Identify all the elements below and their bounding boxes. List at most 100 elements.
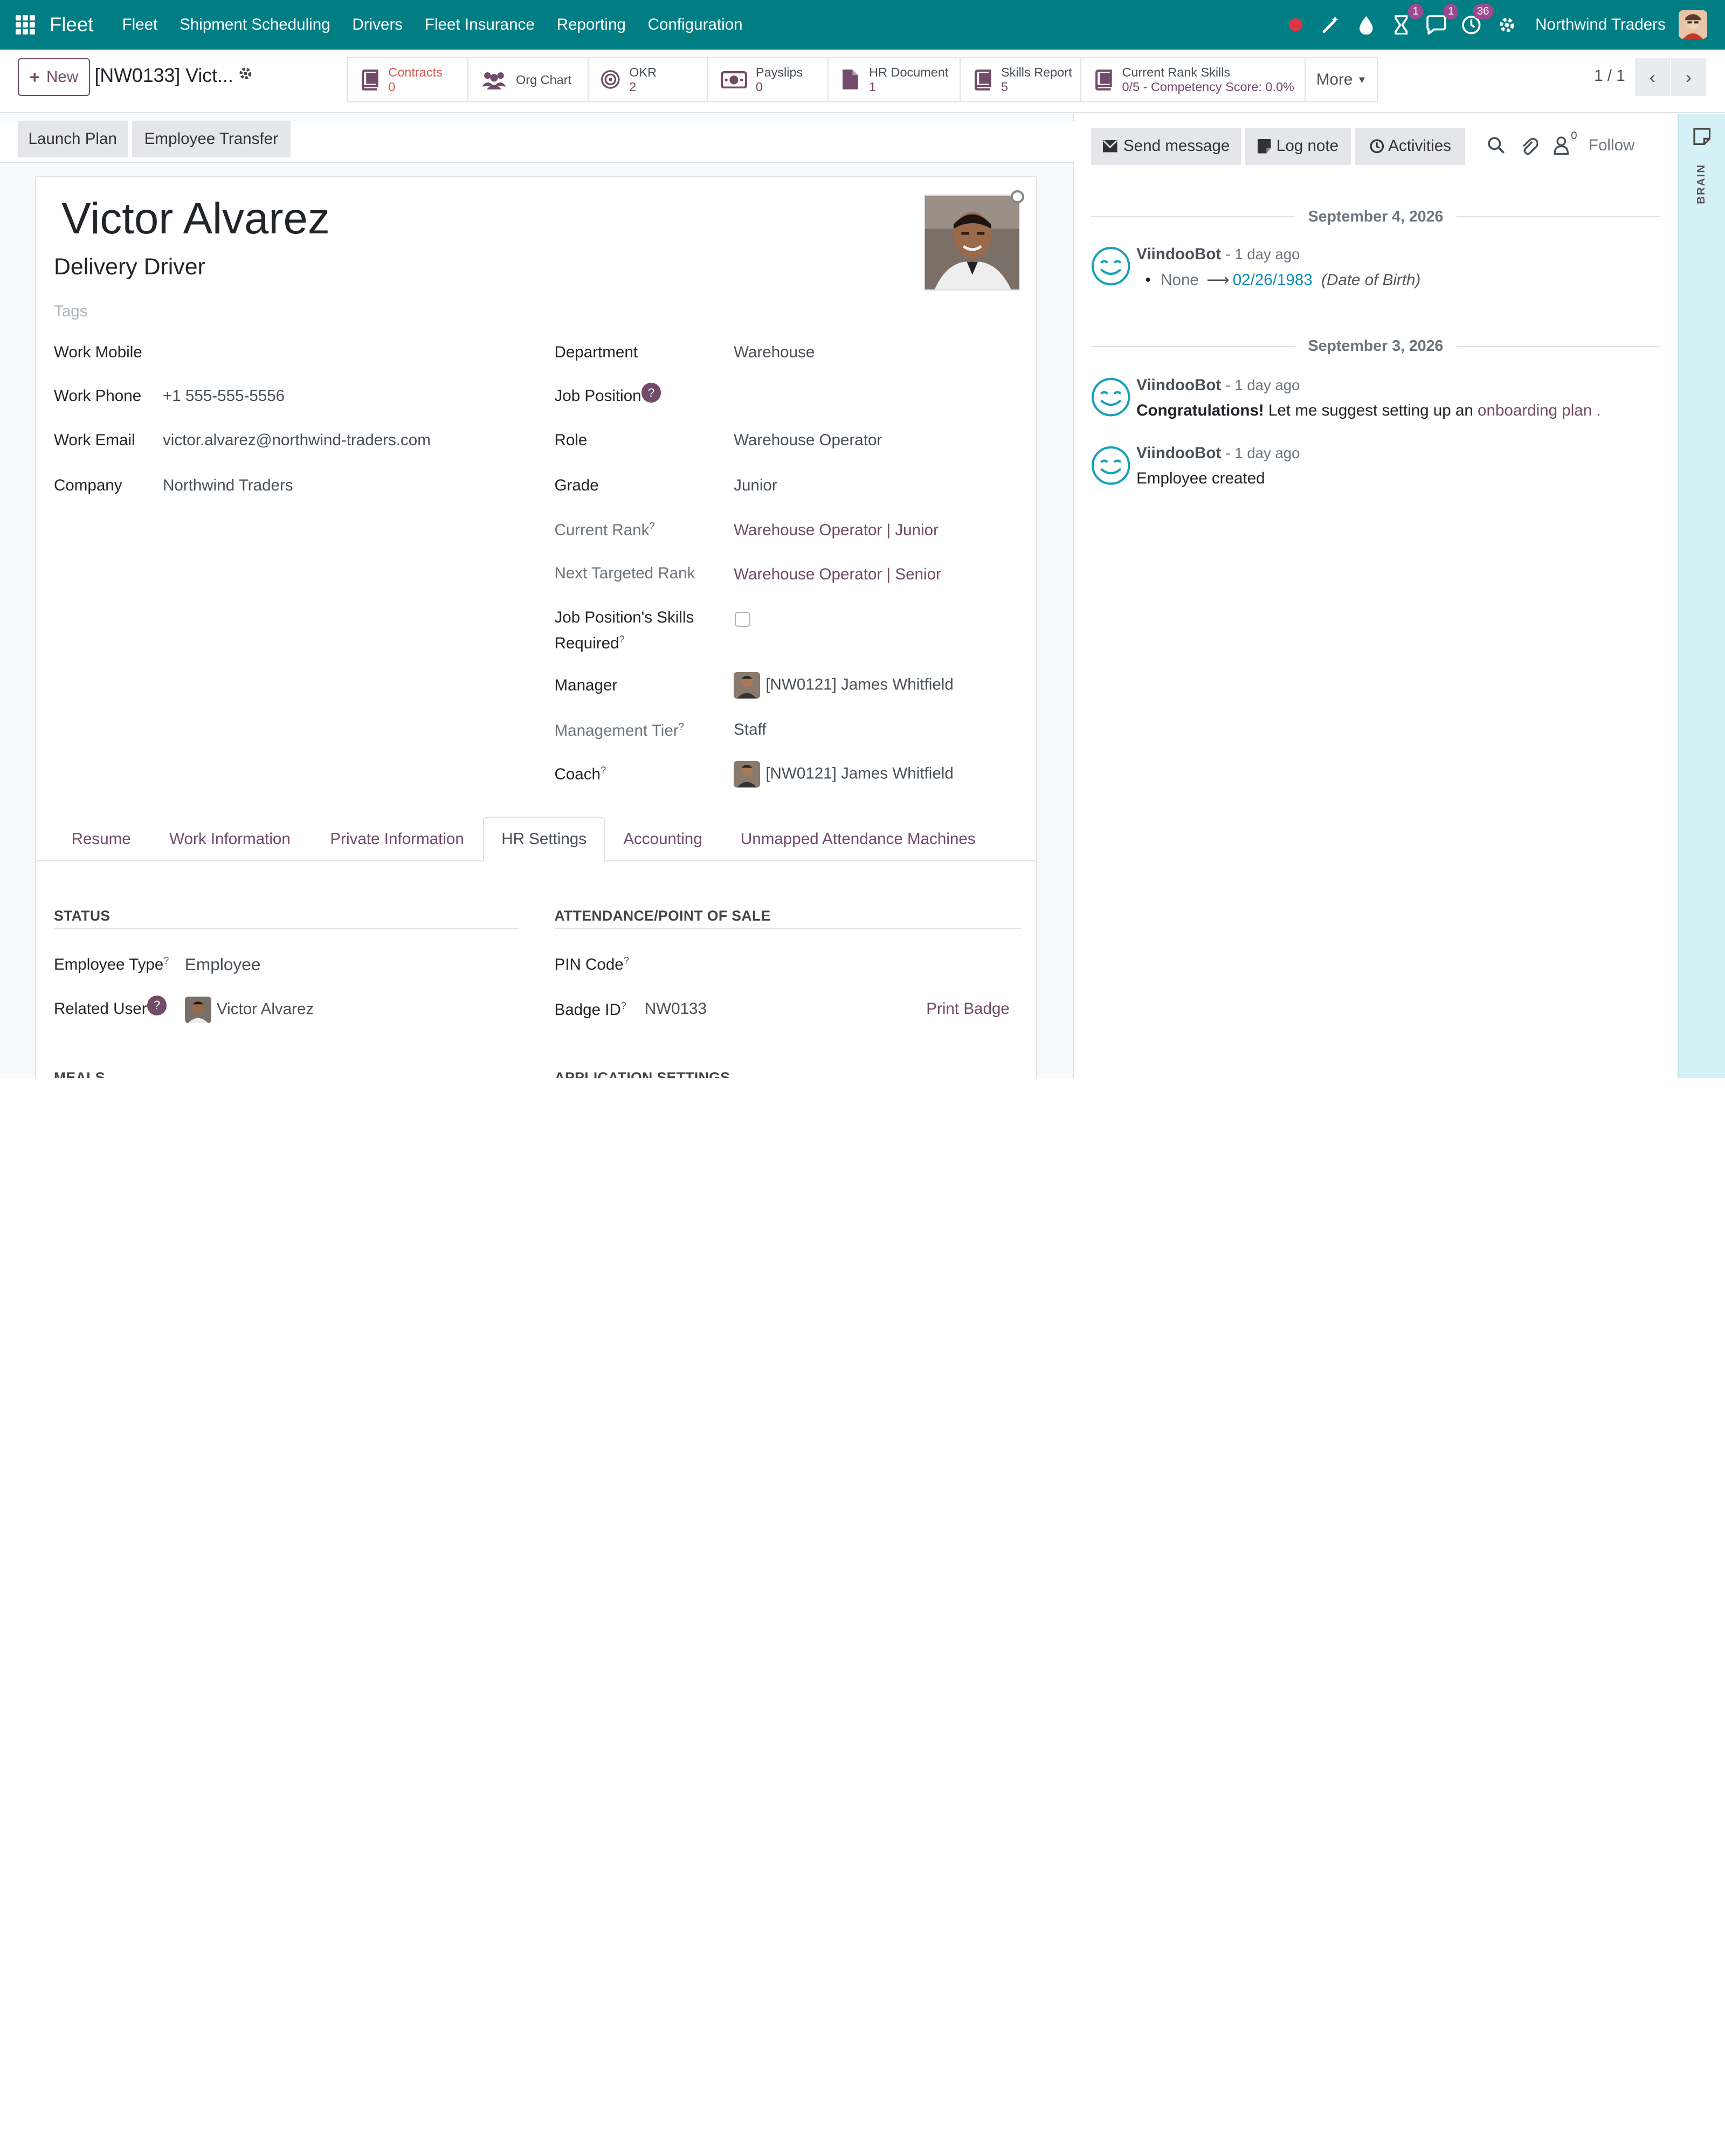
drop-icon[interactable] <box>1355 14 1377 36</box>
apps-menu-icon[interactable] <box>15 15 36 35</box>
grade-value[interactable]: Junior <box>734 476 777 495</box>
tooltip-marker[interactable]: ? <box>624 955 629 966</box>
coach-label: Coach? <box>555 764 606 784</box>
badge-id-value[interactable]: NW0133 <box>645 1000 707 1018</box>
tab-work-information[interactable]: Work Information <box>148 817 311 861</box>
paperclip-icon[interactable] <box>1520 136 1539 161</box>
next-rank-link[interactable]: Warehouse Operator | Senior <box>734 565 941 584</box>
caret-down-icon: ▼ <box>1357 73 1367 85</box>
user-avatar[interactable] <box>1679 10 1708 39</box>
print-badge-button[interactable]: Print Badge <box>926 1000 1010 1018</box>
coach-value[interactable]: [NW0121] James Whitfield <box>734 761 954 788</box>
company-value[interactable]: Northwind Traders <box>163 476 293 495</box>
tooltip-marker[interactable]: ? <box>679 721 684 732</box>
employee-transfer-button[interactable]: Employee Transfer <box>132 121 291 157</box>
message-author[interactable]: ViindooBot - 1 day ago <box>1136 444 1300 462</box>
log-note-button[interactable]: Log note <box>1245 127 1351 165</box>
department-value[interactable]: Warehouse <box>734 343 815 362</box>
note-icon[interactable] <box>1693 128 1711 150</box>
record-icon[interactable] <box>1285 14 1307 36</box>
follower-count: 0 <box>1571 129 1577 142</box>
send-message-button[interactable]: Send message <box>1091 127 1241 165</box>
brain-label: BRAIN <box>1695 164 1707 204</box>
pager-previous-button[interactable]: ‹ <box>1634 58 1670 96</box>
employee-type-value[interactable]: Employee <box>185 955 261 975</box>
tab-resume[interactable]: Resume <box>54 817 149 861</box>
role-value[interactable]: Warehouse Operator <box>734 431 882 450</box>
tags-field[interactable]: Tags <box>54 302 87 321</box>
menu-configuration[interactable]: Configuration <box>648 16 743 34</box>
skills-required-label-line1: Job Position's Skills <box>554 608 694 626</box>
magic-wand-icon[interactable] <box>1320 14 1342 36</box>
current-rank-skills-smart-button[interactable]: Current Rank Skills 0/5 - Competency Scor… <box>1081 58 1305 101</box>
new-value: 02/26/1983 <box>1232 271 1313 289</box>
related-user-value[interactable]: Victor Alvarez <box>184 996 314 1023</box>
message-time: - 1 day ago <box>1225 246 1300 263</box>
skills-report-smart-button[interactable]: Skills Report 5 <box>960 58 1082 101</box>
followers-icon[interactable]: 0 <box>1554 130 1577 160</box>
brain-sidebar[interactable]: BRAIN <box>1678 114 1725 1078</box>
skills-required-checkbox[interactable] <box>735 611 750 627</box>
menu-reporting[interactable]: Reporting <box>557 16 626 34</box>
coach-name: [NW0121] James Whitfield <box>765 764 954 783</box>
changed-field: (Date of Birth) <box>1321 271 1421 289</box>
follow-button[interactable]: Follow <box>1589 136 1634 155</box>
message-author[interactable]: ViindooBot - 1 day ago <box>1136 245 1300 264</box>
pager-value[interactable]: 1 / 1 <box>1594 67 1625 85</box>
menu-shipment-scheduling[interactable]: Shipment Scheduling <box>180 16 330 34</box>
tooltip-marker[interactable]: ? <box>163 955 169 966</box>
chevron-right-icon: › <box>1686 66 1692 87</box>
help-icon[interactable]: ? <box>641 383 661 403</box>
app-brand[interactable]: Fleet <box>50 13 94 36</box>
tab-private-information[interactable]: Private Information <box>311 817 482 861</box>
contracts-smart-button[interactable]: Contracts 0 <box>347 58 469 101</box>
tooltip-marker[interactable]: ? <box>621 1000 626 1011</box>
manager-value[interactable]: [NW0121] James Whitfield <box>734 672 954 699</box>
meals-section-title: MEALS <box>53 1069 105 1078</box>
menu-drivers[interactable]: Drivers <box>352 16 403 34</box>
employee-name[interactable]: Victor Alvarez <box>61 194 330 244</box>
message-text: Let me suggest setting up an <box>1264 401 1478 419</box>
new-button[interactable]: + New <box>17 58 91 96</box>
bot-avatar-icon <box>1091 446 1130 485</box>
current-rank-link[interactable]: Warehouse Operator | Junior <box>734 521 939 540</box>
new-button-label: New <box>46 67 79 86</box>
target-icon <box>601 67 620 92</box>
messages-icon[interactable]: 1 <box>1425 4 1459 36</box>
payslips-smart-button[interactable]: Payslips 0 <box>708 58 829 101</box>
work-email-value[interactable]: victor.alvarez@northwind-traders.com <box>163 431 431 450</box>
log-note-label: Log note <box>1276 137 1339 155</box>
okr-smart-button[interactable]: OKR 2 <box>588 58 709 101</box>
pager-next-button[interactable]: › <box>1671 58 1707 96</box>
record-gear-icon[interactable] <box>238 66 253 86</box>
hourglass-icon[interactable]: 1 <box>1390 4 1424 36</box>
menu-fleet-insurance[interactable]: Fleet Insurance <box>425 16 535 34</box>
message-author[interactable]: ViindooBot - 1 day ago <box>1136 376 1300 395</box>
company-switcher[interactable]: Northwind Traders <box>1535 16 1666 34</box>
onboarding-plan-link[interactable]: onboarding plan <box>1478 402 1592 419</box>
employee-type-label: Employee Type? <box>54 955 169 974</box>
clock-icon[interactable]: 36 <box>1460 4 1494 36</box>
help-icon[interactable]: ? <box>147 995 167 1015</box>
work-phone-value[interactable]: +1 555-555-5556 <box>163 387 285 405</box>
employee-job-title[interactable]: Delivery Driver <box>54 254 205 280</box>
activities-button[interactable]: Activities <box>1355 127 1466 165</box>
tab-accounting[interactable]: Accounting <box>605 817 720 861</box>
tooltip-marker[interactable]: ? <box>649 520 654 531</box>
settings-icon[interactable] <box>1496 14 1518 36</box>
presence-status-icon <box>1011 190 1024 204</box>
manager-avatar <box>734 672 761 699</box>
search-icon[interactable] <box>1487 136 1505 158</box>
launch-plan-button[interactable]: Launch Plan <box>17 121 128 157</box>
tab-unmapped-attendance-machines[interactable]: Unmapped Attendance Machines <box>721 817 996 861</box>
tab-hr-settings[interactable]: HR Settings <box>482 817 605 861</box>
hr-document-smart-button[interactable]: HR Document 1 <box>828 58 961 101</box>
tooltip-marker[interactable]: ? <box>619 633 625 645</box>
management-tier-value: Staff <box>734 720 767 738</box>
tooltip-marker[interactable]: ? <box>601 764 606 776</box>
form-sheet: Victor Alvarez Delivery Driver Tags Work… <box>35 176 1038 1078</box>
more-button[interactable]: More ▼ <box>1305 57 1379 102</box>
org-chart-smart-button[interactable]: Org Chart <box>468 58 589 101</box>
menu-fleet[interactable]: Fleet <box>122 16 158 34</box>
employee-photo[interactable] <box>924 195 1020 291</box>
